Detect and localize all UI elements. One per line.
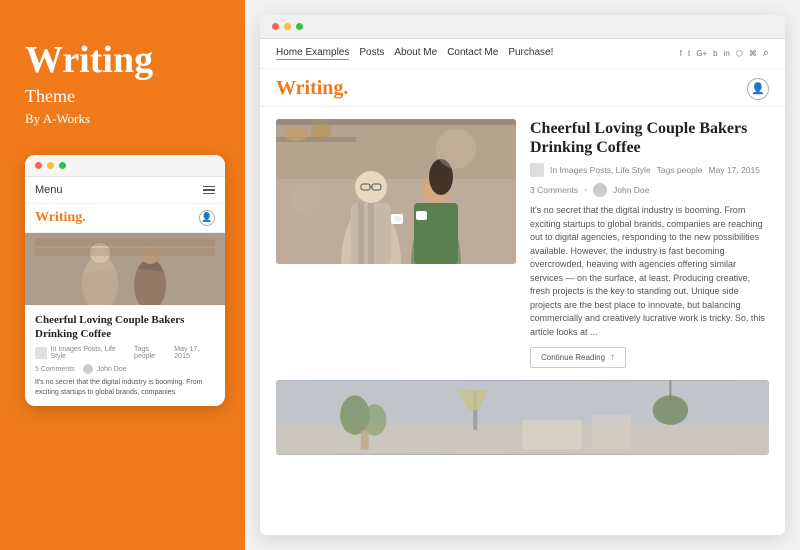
featured-post-image xyxy=(276,119,516,264)
mobile-post-meta: In Images Posts, Life Style Tags people … xyxy=(35,346,215,360)
post-meta-icon xyxy=(530,163,544,177)
featured-post-excerpt: It's no secret that the digital industry… xyxy=(530,204,769,339)
post-meta-date: May 17, 2015 xyxy=(708,165,760,175)
nav-link-about[interactable]: About Me xyxy=(394,47,437,60)
desktop-user-icon[interactable]: 👤 xyxy=(747,78,769,100)
mobile-menu-label: Menu xyxy=(35,184,63,196)
search-icon[interactable]: ⌕ xyxy=(763,47,769,60)
rss-icon: ⌘ xyxy=(749,49,757,58)
nav-link-home[interactable]: Home Examples xyxy=(276,47,349,60)
desktop-logo-bar: Writing. 👤 xyxy=(260,69,785,107)
mobile-logo: Writing. xyxy=(35,210,86,226)
theme-title-block: Writing Theme By A-Works xyxy=(25,40,220,155)
linkedin-icon: in xyxy=(724,49,730,58)
googleplus-icon: G+ xyxy=(696,49,707,58)
desktop-nav: Home Examples Posts About Me Contact Me … xyxy=(260,39,785,69)
dot-yellow xyxy=(47,162,54,169)
blogger-icon: b xyxy=(713,49,717,58)
mobile-hero-image xyxy=(25,233,225,305)
continue-reading-button[interactable]: Continue Reading ↑ xyxy=(530,347,626,368)
mobile-post-content: Cheerful Loving Couple Bakers Drinking C… xyxy=(25,305,225,406)
facebook-icon: f xyxy=(680,49,682,58)
dot-red xyxy=(35,162,42,169)
nav-links: Home Examples Posts About Me Contact Me … xyxy=(276,47,553,60)
dot-green xyxy=(59,162,66,169)
post-author-name: John Doe xyxy=(613,185,649,195)
mobile-post-author-meta: 5 Comments John Doe xyxy=(35,364,215,374)
featured-post-title: Cheerful Loving Couple Bakers Drinking C… xyxy=(530,119,769,157)
second-post-image xyxy=(276,380,769,455)
desktop-browser: Home Examples Posts About Me Contact Me … xyxy=(260,15,785,535)
left-panel: Writing Theme By A-Works Menu Writing. 👤 xyxy=(0,0,245,550)
nav-link-posts[interactable]: Posts xyxy=(359,47,384,60)
mobile-post-title: Cheerful Loving Couple Bakers Drinking C… xyxy=(35,313,215,342)
post-meta-tags: Tags people xyxy=(657,165,703,175)
featured-post: Cheerful Loving Couple Bakers Drinking C… xyxy=(276,119,769,368)
mobile-excerpt: It's no secret that the digital industry… xyxy=(35,378,215,398)
theme-by: By A-Works xyxy=(25,111,220,127)
mobile-meta-icon xyxy=(35,347,47,359)
share-icon: ↑ xyxy=(610,352,615,363)
nav-social-icons: f t G+ b in ⬡ ⌘ ⌕ xyxy=(680,47,769,60)
desktop-dot-green xyxy=(296,23,303,30)
instagram-icon: ⬡ xyxy=(736,49,743,58)
featured-post-content: Cheerful Loving Couple Bakers Drinking C… xyxy=(530,119,769,368)
mobile-user-icon: 👤 xyxy=(199,210,215,226)
twitter-icon: t xyxy=(688,49,690,58)
mobile-logo-bar: Writing. 👤 xyxy=(25,204,225,233)
post-meta-category: In Images Posts, Life Style xyxy=(550,165,651,175)
mobile-nav: Menu xyxy=(25,177,225,204)
theme-word: Theme xyxy=(25,86,220,107)
desktop-dot-red xyxy=(272,23,279,30)
right-panel: Home Examples Posts About Me Contact Me … xyxy=(245,0,800,550)
mobile-preview-card: Menu Writing. 👤 xyxy=(25,155,225,406)
mobile-author-avatar xyxy=(83,364,93,374)
mobile-meta-category: In Images Posts, Life Style xyxy=(51,346,131,360)
mobile-meta-tags: Tags people xyxy=(134,346,170,360)
theme-title: Writing xyxy=(25,40,220,82)
mobile-comments: 5 Comments xyxy=(35,366,75,373)
mobile-meta-date: May 17, 2015 xyxy=(174,346,215,360)
desktop-main-content: Cheerful Loving Couple Bakers Drinking C… xyxy=(260,107,785,535)
featured-post-meta: In Images Posts, Life Style Tags people … xyxy=(530,163,769,197)
desktop-dot-yellow xyxy=(284,23,291,30)
mobile-author-name: John Doe xyxy=(97,366,127,373)
post-meta-comments: 3 Comments xyxy=(530,185,578,195)
desktop-browser-bar xyxy=(260,15,785,39)
nav-link-purchase[interactable]: Purchase! xyxy=(508,47,553,60)
desktop-logo: Writing. xyxy=(276,77,348,100)
mobile-browser-bar xyxy=(25,155,225,177)
hamburger-icon xyxy=(203,186,215,195)
nav-link-contact[interactable]: Contact Me xyxy=(447,47,498,60)
post-author-avatar xyxy=(593,183,607,197)
